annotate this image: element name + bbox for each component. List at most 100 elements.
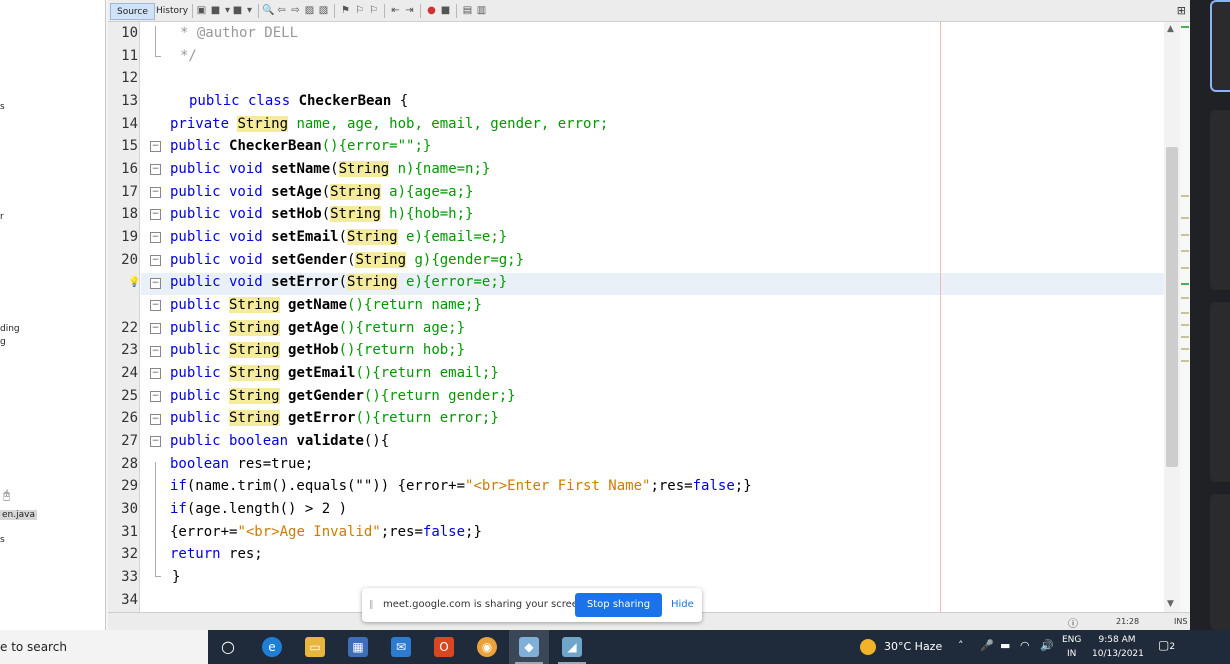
project-file-selected[interactable]: en.java: [0, 510, 37, 520]
scroll-up-icon[interactable]: ▲: [1167, 24, 1174, 34]
bookmark-next-icon[interactable]: ⚐: [368, 5, 379, 16]
notification-bubble-icon[interactable]: ⓘ: [1068, 615, 1078, 630]
fold-toggle[interactable]: −: [150, 164, 161, 175]
find-next-icon[interactable]: ⇨: [290, 5, 301, 16]
back-icon[interactable]: ■: [210, 5, 221, 16]
bookmark-previous-icon[interactable]: ⚐: [354, 5, 365, 16]
code-line-27[interactable]: public String getError(){return error;}: [170, 410, 499, 426]
occurrence-marker[interactable]: [1181, 234, 1189, 236]
code-line-32[interactable]: {error+="<br>Age Invalid";res=false;}: [170, 524, 482, 540]
project-node[interactable]: g: [0, 337, 6, 347]
code-line-16[interactable]: public void setName(String n){name=n;}: [170, 161, 490, 177]
cortana-icon[interactable]: ○: [218, 637, 238, 657]
fold-toggle[interactable]: −: [150, 255, 161, 266]
volume-icon[interactable]: 🔊: [1040, 639, 1054, 652]
fold-toggle[interactable]: −: [150, 436, 161, 447]
stop-sharing-button[interactable]: Stop sharing: [575, 593, 662, 617]
project-node[interactable]: s: [0, 535, 5, 545]
code-line-21[interactable]: public void setError(String e){error=e;}: [170, 274, 507, 290]
code-line-11[interactable]: */: [180, 48, 197, 64]
drag-handle-icon[interactable]: ‖: [369, 600, 374, 610]
occurrence-marker[interactable]: [1181, 348, 1189, 350]
find-icon[interactable]: 🔍: [262, 5, 274, 16]
battery-icon[interactable]: ▬: [1000, 639, 1010, 652]
code-line-20[interactable]: public void setGender(String g){gender=g…: [170, 252, 524, 268]
code-line-17[interactable]: public void setAge(String a){age=a;}: [170, 184, 473, 200]
scroll-down-icon[interactable]: ▼: [1167, 599, 1174, 609]
project-pane[interactable]: s r ding g en.java s 🖰: [0, 0, 106, 630]
shift-right-icon[interactable]: ⇥: [404, 5, 415, 16]
code-line-18[interactable]: public void setHob(String h){hob=h;}: [170, 206, 473, 222]
code-line-34[interactable]: }: [172, 569, 180, 585]
error-stripe[interactable]: [1180, 22, 1190, 612]
code-line-19[interactable]: public void setEmail(String e){email=e;}: [170, 229, 507, 245]
code-line-13[interactable]: public class CheckerBean {: [189, 93, 408, 109]
netbeans-icon[interactable]: ◆: [519, 637, 539, 657]
code-line-26[interactable]: public String getGender(){return gender;…: [170, 388, 516, 404]
code-line-22[interactable]: public String getName(){return name;}: [170, 297, 482, 313]
uncomment-icon[interactable]: ▥: [476, 5, 487, 16]
bookmark-toggle-icon[interactable]: ⚑: [340, 5, 351, 16]
fold-toggle[interactable]: −: [150, 300, 161, 311]
record-macro-icon[interactable]: ●: [426, 5, 437, 16]
hint-bulb-icon[interactable]: 💡: [128, 277, 140, 288]
last-edit-icon[interactable]: ▣: [196, 5, 207, 16]
app-icon[interactable]: ◢: [562, 637, 582, 657]
occurrence-marker[interactable]: [1181, 324, 1189, 326]
fold-toggle[interactable]: −: [150, 346, 161, 357]
hide-button[interactable]: Hide: [671, 599, 694, 610]
find-selection-icon[interactable]: ▧: [318, 5, 329, 16]
fold-toggle[interactable]: −: [150, 323, 161, 334]
occurrence-marker[interactable]: [1181, 267, 1189, 269]
occurrence-marker[interactable]: [1181, 217, 1189, 219]
occurrence-marker[interactable]: [1181, 312, 1189, 314]
toggle-highlight-icon[interactable]: ▨: [304, 5, 315, 16]
project-node[interactable]: s: [0, 102, 5, 112]
weather-icon[interactable]: [860, 639, 876, 655]
find-previous-icon[interactable]: ⇦: [276, 5, 287, 16]
weather-text[interactable]: 30°C Haze: [884, 640, 942, 653]
store-icon[interactable]: ▦: [348, 637, 368, 657]
dropdown-icon[interactable]: ▾: [244, 5, 255, 16]
code-line-30[interactable]: if(name.trim().equals("")) {error+="<br>…: [170, 478, 752, 494]
comment-icon[interactable]: ▤: [462, 5, 473, 16]
occurrence-marker[interactable]: [1181, 360, 1189, 362]
code-editor[interactable]: 10 11 12 13 14 15 16 17 18 19 20 22 23 2…: [108, 22, 1190, 612]
code-line-14[interactable]: private String name, age, hob, email, ge…: [170, 116, 608, 132]
occurrence-marker[interactable]: [1181, 297, 1189, 299]
chrome-icon[interactable]: ◉: [477, 637, 497, 657]
code-line-24[interactable]: public String getHob(){return hob;}: [170, 342, 465, 358]
code-line-10[interactable]: * @author DELL: [180, 25, 298, 41]
office-icon[interactable]: O: [434, 637, 454, 657]
participant-tile[interactable]: [1210, 110, 1230, 290]
project-node[interactable]: r: [0, 212, 4, 222]
fold-toggle[interactable]: −: [150, 232, 161, 243]
project-node[interactable]: ding: [0, 324, 20, 334]
language-indicator[interactable]: ENG IN: [1062, 633, 1081, 661]
fold-toggle[interactable]: −: [150, 187, 161, 198]
vertical-scrollbar[interactable]: ▲ ▼: [1164, 22, 1180, 612]
file-explorer-icon[interactable]: ▭: [305, 637, 325, 657]
participant-tile[interactable]: [1210, 302, 1230, 482]
microphone-icon[interactable]: 🎤: [980, 639, 994, 652]
occurrence-marker[interactable]: [1181, 250, 1189, 252]
mail-icon[interactable]: ✉: [391, 637, 411, 657]
participant-tile[interactable]: [1210, 494, 1230, 630]
code-line-23[interactable]: public String getAge(){return age;}: [170, 320, 465, 336]
scroll-thumb[interactable]: [1166, 147, 1178, 467]
fold-toggle[interactable]: −: [150, 209, 161, 220]
fold-toggle[interactable]: −: [150, 391, 161, 402]
edge-icon[interactable]: e: [262, 637, 282, 657]
wifi-icon[interactable]: ◠: [1020, 639, 1030, 652]
fold-toggle[interactable]: −: [150, 141, 161, 152]
code-line-31[interactable]: if(age.length() > 2 ): [170, 501, 347, 517]
code-line-33[interactable]: return res;: [170, 546, 263, 562]
participant-tile-active[interactable]: [1210, 0, 1230, 92]
code-line-28[interactable]: public boolean validate(){: [170, 433, 389, 449]
chevron-up-icon[interactable]: ˄: [958, 639, 964, 652]
tab-history[interactable]: History: [150, 3, 194, 20]
clock[interactable]: 9:58 AM 10/13/2021: [1092, 633, 1144, 661]
notification-icon[interactable]: ▢2: [1158, 638, 1175, 652]
forward-icon[interactable]: ■: [232, 5, 243, 16]
code-line-15[interactable]: public CheckerBean(){error="";}: [170, 138, 431, 154]
